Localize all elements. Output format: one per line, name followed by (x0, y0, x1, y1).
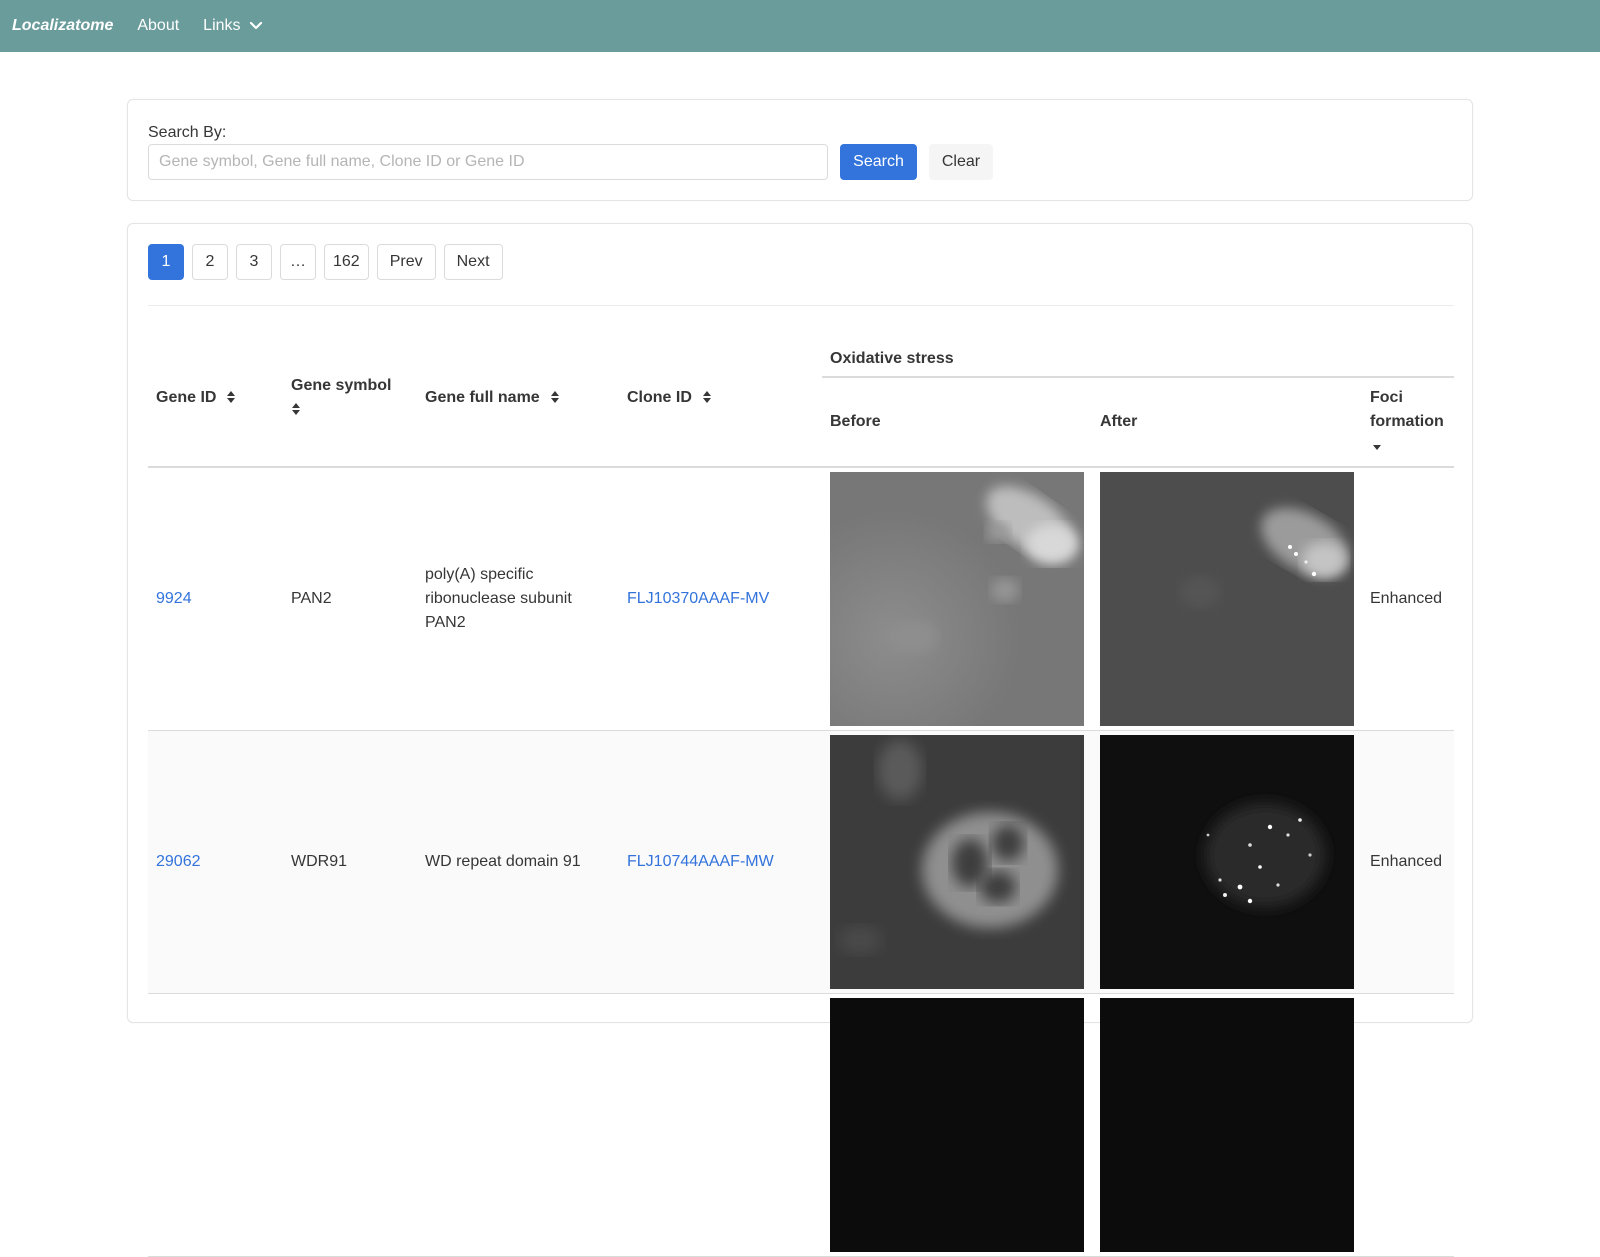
foci-formation: Enhanced (1362, 467, 1454, 731)
sort-icon (292, 403, 300, 416)
gene-full-name: poly(A) specific ribonuclease subunit PA… (417, 467, 619, 731)
divider (148, 305, 1454, 306)
before-image[interactable] (830, 472, 1084, 726)
table-row: 9924 PAN2 poly(A) specific ribonuclease … (148, 467, 1454, 731)
search-panel: Search By: Search Clear (127, 99, 1473, 201)
clear-button[interactable]: Clear (929, 144, 993, 180)
header-oxidative-stress: Oxidative stress (822, 329, 1454, 378)
header-foci-label: Foci formation (1370, 389, 1444, 430)
search-button[interactable]: Search (840, 144, 917, 180)
page-button-3[interactable]: 3 (236, 244, 272, 280)
sort-icon (550, 391, 559, 404)
page-ellipsis: … (280, 244, 316, 280)
foci-formation: Enhanced (1362, 730, 1454, 994)
top-navbar: Localizatome About Links (0, 0, 1600, 52)
header-gene-full-name[interactable]: Gene full name (417, 329, 619, 468)
before-image[interactable] (830, 998, 1084, 1252)
header-foci-formation[interactable]: Foci formation (1362, 377, 1454, 468)
header-clone-id[interactable]: Clone ID (619, 329, 822, 468)
gene-id-link[interactable]: 9924 (156, 590, 192, 607)
sort-desc-icon (1373, 444, 1381, 450)
header-after: After (1092, 377, 1362, 468)
header-gene-symbol[interactable]: Gene symbol (283, 329, 417, 468)
pagination: 1 2 3 … 162 Prev Next (148, 244, 511, 280)
nav-links-dropdown[interactable]: Links (203, 17, 262, 35)
gene-full-name: WD repeat domain 91 (417, 730, 619, 994)
table-row: 29062 WDR91 WD repeat domain 91 FLJ10744… (148, 730, 1454, 994)
after-image[interactable] (1100, 735, 1354, 989)
header-gene-full-name-label: Gene full name (425, 388, 540, 406)
search-input[interactable] (148, 144, 828, 180)
header-clone-id-label: Clone ID (627, 388, 692, 406)
brand-logo[interactable]: Localizatome (12, 17, 113, 35)
header-gene-id-label: Gene ID (156, 388, 217, 406)
nav-links-label: Links (203, 17, 241, 34)
sort-icon (702, 391, 711, 404)
table-row (148, 993, 1454, 1257)
results-panel: 1 2 3 … 162 Prev Next Gene ID Gene symbo… (127, 223, 1473, 1257)
header-before: Before (822, 377, 1092, 468)
header-gene-symbol-label: Gene symbol (291, 376, 392, 394)
after-image[interactable] (1100, 998, 1354, 1252)
gene-symbol: PAN2 (283, 467, 417, 731)
next-button[interactable]: Next (443, 244, 503, 280)
before-image[interactable] (830, 735, 1084, 989)
results-table: Gene ID Gene symbol Gene full name Clone… (148, 329, 1454, 1257)
search-label: Search By: (148, 124, 227, 141)
clone-id-link[interactable]: FLJ10744AAAF-MW (627, 853, 774, 870)
header-gene-id[interactable]: Gene ID (148, 329, 283, 468)
gene-id-link[interactable]: 29062 (156, 853, 201, 870)
after-image[interactable] (1100, 472, 1354, 726)
clone-id-link[interactable]: FLJ10370AAAF-MV (627, 590, 769, 607)
sort-icon (227, 391, 236, 404)
nav-about[interactable]: About (137, 17, 179, 35)
chevron-down-icon (249, 21, 262, 30)
page-button-last[interactable]: 162 (324, 244, 369, 280)
page-button-2[interactable]: 2 (192, 244, 228, 280)
page-button-1[interactable]: 1 (148, 244, 184, 280)
gene-symbol: WDR91 (283, 730, 417, 994)
prev-button[interactable]: Prev (376, 244, 436, 280)
